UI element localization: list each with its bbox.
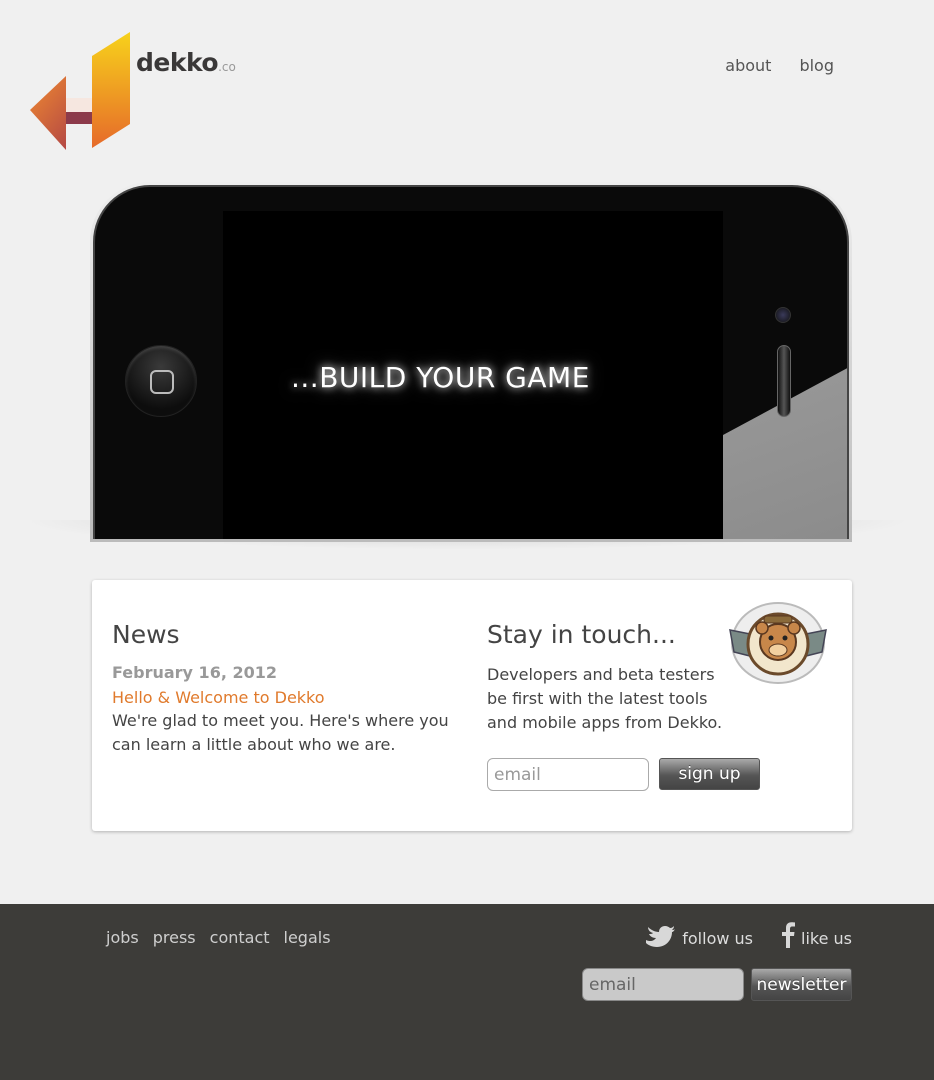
content-card: News February 16, 2012 Hello & Welcome t… [92, 580, 852, 831]
top-nav: about blog [725, 56, 834, 75]
stay-in-touch-text: Developers and beta testers be first wit… [487, 665, 723, 732]
follow-us-link[interactable]: follow us [644, 926, 753, 948]
social-links: follow us like us [644, 922, 852, 948]
phone-body: ...BUILD YOUR GAME [93, 185, 849, 539]
footer-press-link[interactable]: press [153, 928, 196, 947]
newsletter-button[interactable]: newsletter [751, 968, 852, 1001]
stay-in-touch-heading: Stay in touch... [487, 620, 676, 649]
follow-us-label: follow us [682, 929, 753, 948]
dekko-logo[interactable] [26, 28, 134, 154]
brand-suffix: .co [218, 60, 236, 74]
news-article-link[interactable]: Hello & Welcome to Dekko [112, 688, 452, 707]
footer-legals-link[interactable]: legals [284, 928, 331, 947]
news-date: February 16, 2012 [112, 663, 277, 682]
signup-button[interactable]: sign up [659, 758, 760, 790]
newsletter-email-input[interactable] [582, 968, 744, 1001]
news-summary: We're glad to meet you. Here's where you… [112, 711, 449, 754]
like-us-link[interactable]: like us [781, 922, 852, 948]
footer-contact-link[interactable]: contact [210, 928, 270, 947]
twitter-bird-icon [646, 926, 676, 947]
mascot-badge-icon [729, 602, 827, 684]
home-square-icon [150, 370, 174, 394]
footer: jobs press contact legals follow us like… [0, 904, 934, 1080]
phone-hero: ...BUILD YOUR GAME [90, 182, 852, 542]
brand-text: dekko [136, 48, 219, 77]
news-heading: News [112, 620, 180, 649]
news-section: News February 16, 2012 Hello & Welcome t… [112, 620, 452, 757]
home-button-icon [125, 345, 197, 417]
footer-links: jobs press contact legals [106, 928, 331, 947]
signup-email-input[interactable] [487, 758, 649, 791]
footer-jobs-link[interactable]: jobs [106, 928, 139, 947]
brand-name[interactable]: dekko.co [136, 48, 236, 77]
hero-screen-text: ...BUILD YOUR GAME [291, 361, 590, 394]
camera-icon [775, 307, 791, 323]
speaker-icon [777, 345, 791, 417]
like-us-label: like us [801, 929, 852, 948]
stay-in-touch-section: Stay in touch... Developers and beta tes… [487, 620, 727, 735]
nav-about-link[interactable]: about [725, 56, 771, 75]
nav-blog-link[interactable]: blog [799, 56, 834, 75]
facebook-icon [782, 922, 795, 948]
